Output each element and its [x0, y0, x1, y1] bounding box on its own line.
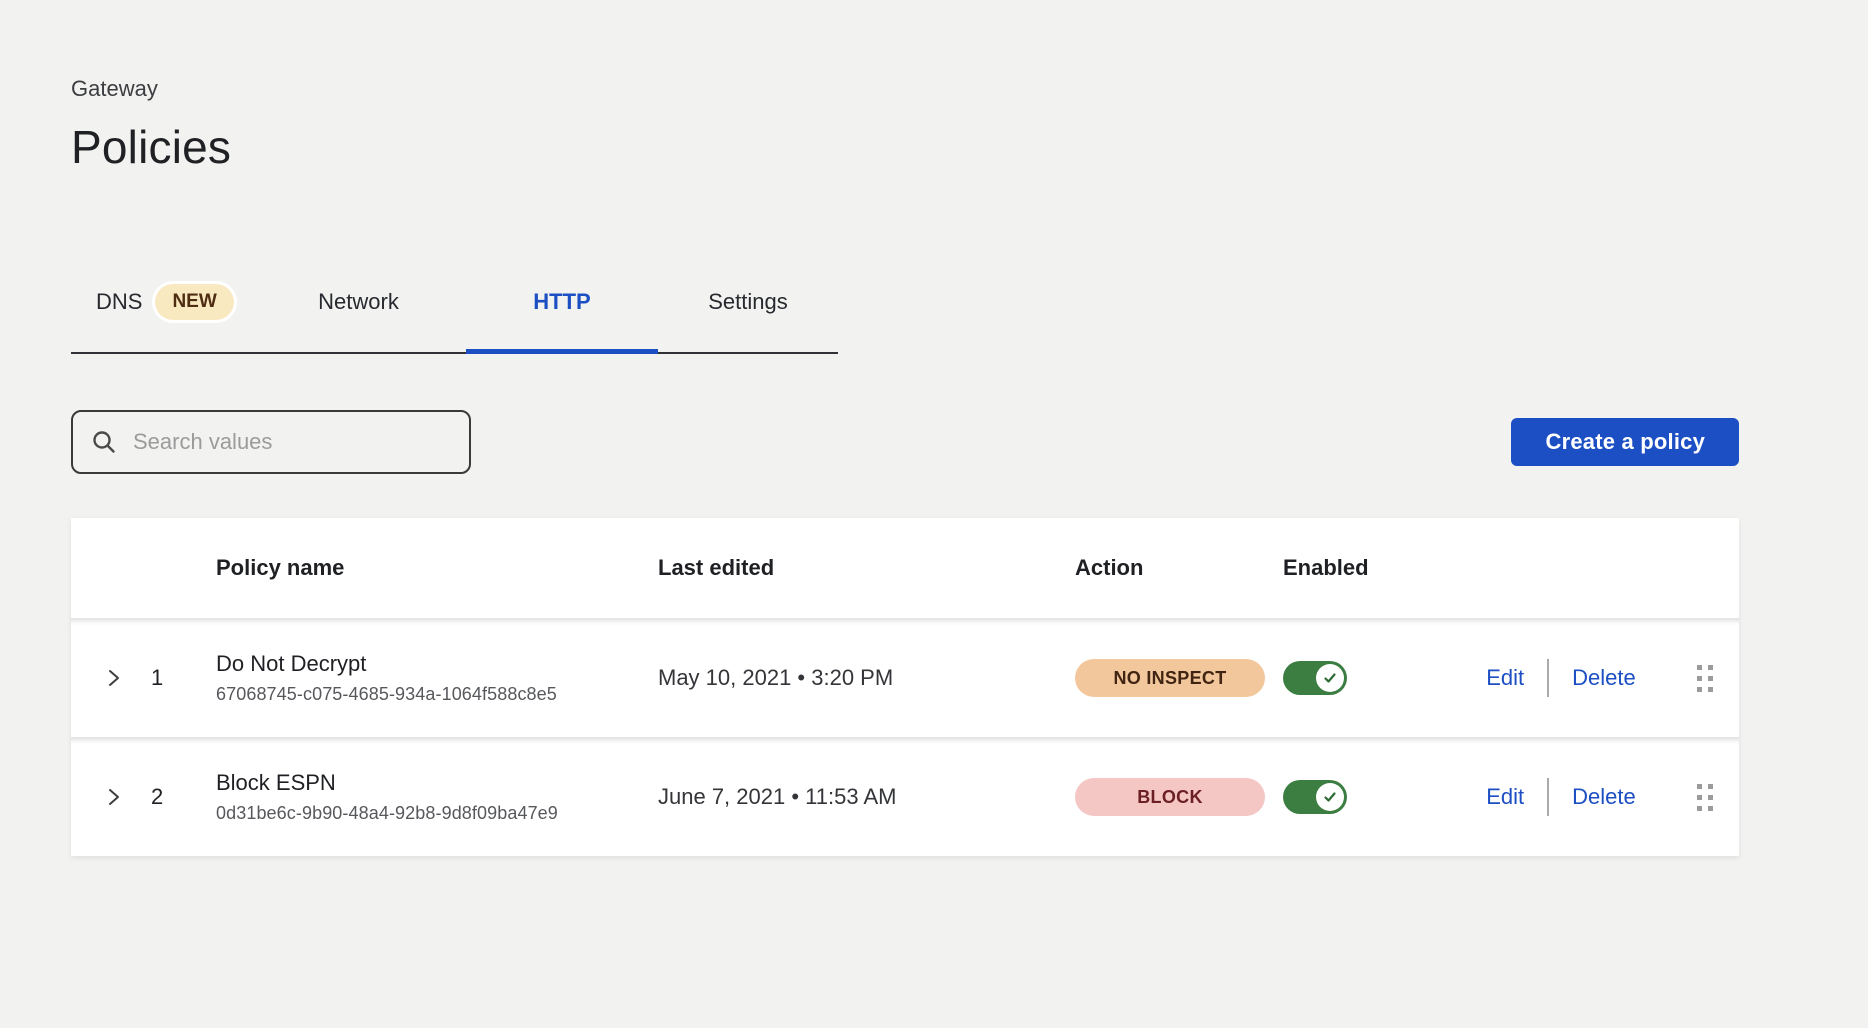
- link-divider: [1547, 778, 1549, 816]
- tab-network-label: Network: [318, 289, 399, 315]
- toggle-knob: [1316, 783, 1344, 811]
- toggle-knob: [1316, 664, 1344, 692]
- breadcrumb: Gateway: [71, 76, 1810, 102]
- policy-name-cell: Do Not Decrypt 67068745-c075-4685-934a-1…: [216, 651, 658, 705]
- tab-http-label: HTTP: [533, 289, 590, 315]
- tab-settings[interactable]: Settings: [658, 284, 838, 352]
- drag-cell: [1671, 784, 1739, 811]
- enabled-toggle[interactable]: [1283, 661, 1347, 695]
- policy-name-cell: Block ESPN 0d31be6c-9b90-48a4-92b8-9d8f0…: [216, 770, 658, 824]
- column-header-policy-name: Policy name: [216, 555, 658, 581]
- last-edited-cell: June 7, 2021 • 11:53 AM: [658, 784, 1075, 810]
- tab-http[interactable]: HTTP: [466, 284, 658, 354]
- delete-link[interactable]: Delete: [1572, 665, 1636, 691]
- chevron-right-icon[interactable]: [104, 667, 124, 689]
- search-input[interactable]: [133, 429, 451, 455]
- search-box[interactable]: [71, 410, 471, 474]
- row-actions-cell: Edit Delete: [1451, 659, 1671, 697]
- delete-link[interactable]: Delete: [1572, 784, 1636, 810]
- column-header-enabled: Enabled: [1283, 555, 1451, 581]
- enabled-toggle[interactable]: [1283, 780, 1347, 814]
- policy-uuid: 0d31be6c-9b90-48a4-92b8-9d8f09ba47e9: [216, 803, 658, 824]
- table-row: 2 Block ESPN 0d31be6c-9b90-48a4-92b8-9d8…: [71, 737, 1739, 856]
- checkmark-icon: [1322, 789, 1338, 805]
- policy-uuid: 67068745-c075-4685-934a-1064f588c8e5: [216, 684, 658, 705]
- action-cell: NO INSPECT: [1075, 659, 1283, 697]
- table-header-row: Policy name Last edited Action Enabled: [71, 518, 1739, 618]
- policies-table: Policy name Last edited Action Enabled 1…: [71, 518, 1739, 856]
- column-header-last-edited: Last edited: [658, 555, 1075, 581]
- page-title: Policies: [71, 120, 1810, 174]
- action-badge: BLOCK: [1075, 778, 1265, 816]
- row-expand-cell: 1: [71, 665, 216, 691]
- policy-name: Block ESPN: [216, 770, 658, 796]
- enabled-cell: [1283, 661, 1451, 695]
- tab-network[interactable]: Network: [251, 284, 466, 352]
- table-row: 1 Do Not Decrypt 67068745-c075-4685-934a…: [71, 618, 1739, 737]
- chevron-right-icon[interactable]: [104, 786, 124, 808]
- action-cell: BLOCK: [1075, 778, 1283, 816]
- gateway-policies-page: Gateway Policies DNS NEW Network HTTP Se…: [0, 0, 1868, 1028]
- tab-dns[interactable]: DNS NEW: [71, 284, 251, 352]
- toolbar: Create a policy: [71, 410, 1739, 474]
- row-number: 1: [151, 665, 163, 691]
- tab-dns-label: DNS: [96, 289, 142, 315]
- action-badge: NO INSPECT: [1075, 659, 1265, 697]
- enabled-cell: [1283, 780, 1451, 814]
- drag-handle-icon[interactable]: [1697, 665, 1713, 692]
- row-actions-cell: Edit Delete: [1451, 778, 1671, 816]
- create-policy-button[interactable]: Create a policy: [1511, 418, 1739, 466]
- edit-link[interactable]: Edit: [1486, 784, 1524, 810]
- last-edited-cell: May 10, 2021 • 3:20 PM: [658, 665, 1075, 691]
- column-header-action: Action: [1075, 555, 1283, 581]
- link-divider: [1547, 659, 1549, 697]
- drag-cell: [1671, 665, 1739, 692]
- row-number: 2: [151, 784, 163, 810]
- checkmark-icon: [1322, 670, 1338, 686]
- policy-name: Do Not Decrypt: [216, 651, 658, 677]
- drag-handle-icon[interactable]: [1697, 784, 1713, 811]
- tab-bar: DNS NEW Network HTTP Settings: [71, 284, 838, 354]
- tab-settings-label: Settings: [708, 289, 788, 315]
- page-content: Gateway Policies DNS NEW Network HTTP Se…: [0, 0, 1810, 856]
- row-expand-cell: 2: [71, 784, 216, 810]
- new-badge: NEW: [155, 284, 233, 320]
- search-icon: [91, 429, 117, 455]
- edit-link[interactable]: Edit: [1486, 665, 1524, 691]
